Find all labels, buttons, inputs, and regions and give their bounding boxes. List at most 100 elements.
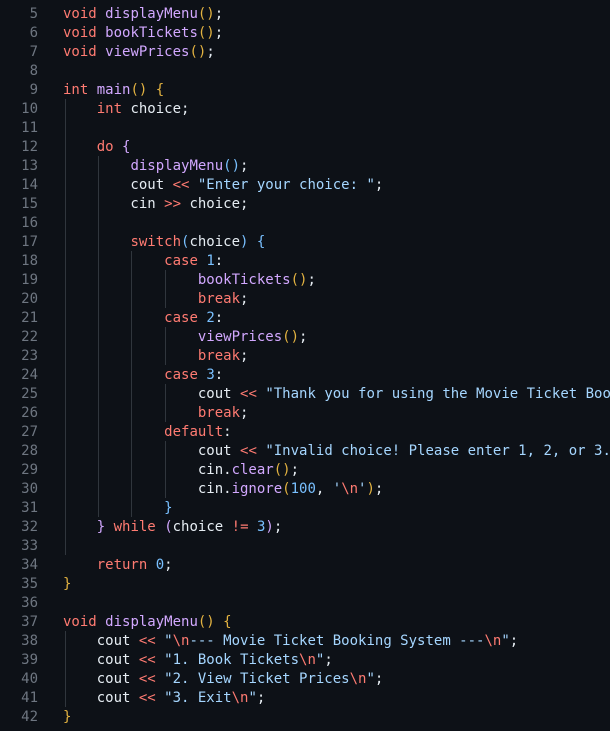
code-text[interactable]: break;	[63, 404, 249, 423]
code-text[interactable]: switch(choice) {	[63, 233, 265, 252]
code-line[interactable]: 7 void viewPrices();	[0, 43, 610, 62]
code-text[interactable]: case 3:	[63, 366, 223, 385]
code-line[interactable]: 28 cout << "Invalid choice! Please enter…	[0, 442, 610, 461]
code-line[interactable]: 14 cout << "Enter your choice: ";	[0, 176, 610, 195]
code-token: :	[214, 253, 224, 269]
code-text[interactable]: cout << "2. View Ticket Prices\n";	[63, 670, 384, 689]
code-token: ()	[197, 614, 215, 630]
code-text[interactable]: displayMenu();	[63, 157, 248, 176]
code-line[interactable]: 38 cout << "\n--- Movie Ticket Booking S…	[0, 632, 610, 651]
line-number: 25	[21, 386, 38, 402]
code-line[interactable]: 32 } while (choice != 3);	[0, 518, 610, 537]
code-line[interactable]: 23 break;	[0, 347, 610, 366]
line-number: 7	[29, 44, 38, 60]
code-token: ,	[315, 481, 333, 497]
code-line[interactable]: 18 case 1:	[0, 252, 610, 271]
code-line[interactable]: 19 bookTickets();	[0, 271, 610, 290]
line-number: 8	[29, 63, 38, 79]
code-line[interactable]: 5 void displayMenu();	[0, 5, 610, 24]
code-line[interactable]: 27 default:	[0, 423, 610, 442]
code-line[interactable]: 34 return 0;	[0, 556, 610, 575]
code-line[interactable]: 30 cin.ignore(100, '\n');	[0, 480, 610, 499]
code-token: choice	[172, 519, 232, 535]
code-token: ;	[374, 177, 384, 193]
code-editor[interactable]: 5 void displayMenu(); 6 void bookTickets();…	[0, 0, 610, 731]
code-text[interactable]: break;	[63, 290, 249, 309]
code-text[interactable]: cout << "1. Book Tickets\n";	[63, 651, 333, 670]
code-token: case	[164, 310, 198, 326]
line-number: 37	[21, 614, 38, 630]
code-text[interactable]: viewPrices();	[63, 328, 308, 347]
code-text[interactable]: break;	[63, 347, 249, 366]
code-text[interactable]: cout << "Invalid choice! Please enter 1,…	[63, 442, 610, 461]
code-token: void	[63, 25, 97, 41]
line-number: 14	[21, 177, 38, 193]
code-line[interactable]: 26 break;	[0, 404, 610, 423]
code-line[interactable]: 15 cin >> choice;	[0, 195, 610, 214]
code-text[interactable]: }	[63, 708, 71, 727]
code-token: \n	[484, 633, 502, 649]
code-text[interactable]: void displayMenu() {	[63, 613, 232, 632]
code-line[interactable]: 10 int choice;	[0, 100, 610, 119]
code-line[interactable]: 42}	[0, 708, 610, 727]
code-line[interactable]: 21 case 2:	[0, 309, 610, 328]
code-text[interactable]: cout << "Enter your choice: ";	[63, 176, 383, 195]
code-text[interactable]: case 2:	[63, 309, 223, 328]
code-line[interactable]: 8	[0, 62, 610, 81]
code-token: main	[96, 82, 131, 98]
code-token: "Enter your choice: "	[197, 177, 375, 193]
code-text[interactable]: bookTickets();	[63, 271, 316, 290]
code-line[interactable]: 17 switch(choice) {	[0, 233, 610, 252]
code-text[interactable]: case 1:	[63, 252, 223, 271]
code-text[interactable]: void displayMenu();	[63, 5, 223, 24]
code-line[interactable]: 20 break;	[0, 290, 610, 309]
code-line[interactable]: 39 cout << "1. Book Tickets\n";	[0, 651, 610, 670]
code-text[interactable]: void viewPrices();	[63, 43, 215, 62]
code-text[interactable]: do {	[63, 138, 131, 157]
code-text[interactable]: }	[63, 575, 71, 594]
code-text[interactable]: cin.ignore(100, '\n');	[63, 480, 384, 499]
code-token: void	[63, 44, 97, 60]
code-text[interactable]: cin.clear();	[63, 461, 299, 480]
code-line[interactable]: 13 displayMenu();	[0, 157, 610, 176]
code-token: switch	[130, 234, 182, 250]
code-text[interactable]: } while (choice != 3);	[63, 518, 283, 537]
code-line[interactable]: 16	[0, 214, 610, 233]
code-line[interactable]: 25 cout << "Thank you for using the Movi…	[0, 385, 610, 404]
code-line[interactable]: 36	[0, 594, 610, 613]
code-line[interactable]: 31 }	[0, 499, 610, 518]
code-line[interactable]: 12 do {	[0, 138, 610, 157]
code-text[interactable]: cin >> choice;	[63, 195, 248, 214]
code-line[interactable]: 22 viewPrices();	[0, 328, 610, 347]
code-text[interactable]: cout << "3. Exit\n";	[63, 689, 266, 708]
code-token: cout	[63, 177, 173, 193]
code-text[interactable]: }	[63, 499, 172, 518]
line-number: 36	[21, 595, 38, 611]
code-line[interactable]: 24 case 3:	[0, 366, 610, 385]
code-line[interactable]: 40 cout << "2. View Ticket Prices\n";	[0, 670, 610, 689]
line-number: 33	[21, 538, 38, 554]
line-number: 28	[21, 443, 38, 459]
code-text[interactable]: cout << "Thank you for using the Movie T…	[63, 385, 610, 404]
code-line[interactable]: 35}	[0, 575, 610, 594]
code-text[interactable]: return 0;	[63, 556, 173, 575]
code-line[interactable]: 37 void displayMenu() {	[0, 613, 610, 632]
code-text[interactable]: default:	[63, 423, 231, 442]
code-text[interactable]: int main() {	[63, 81, 164, 100]
code-text[interactable]: cout << "\n--- Movie Ticket Booking Syst…	[63, 632, 519, 651]
code-line[interactable]: 41 cout << "3. Exit\n";	[0, 689, 610, 708]
code-token: cout	[63, 443, 241, 459]
code-line[interactable]: 29 cin.clear();	[0, 461, 610, 480]
code-line[interactable]: 33	[0, 537, 610, 556]
code-token: ;	[240, 405, 249, 421]
code-line[interactable]: 9 int main() {	[0, 81, 610, 100]
code-text[interactable]: int choice;	[63, 100, 190, 119]
code-text[interactable]: void bookTickets();	[63, 24, 223, 43]
code-line[interactable]: 6 void bookTickets();	[0, 24, 610, 43]
code-line[interactable]: 11	[0, 119, 610, 138]
